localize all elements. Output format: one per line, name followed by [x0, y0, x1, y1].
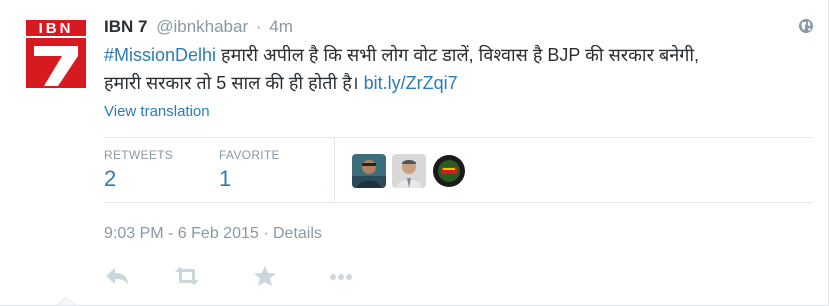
divider-bottom	[104, 202, 812, 203]
tweet-card: IBN IBN 7 @ibnkhabar · 4m #MissionDelhi …	[0, 0, 829, 306]
details-link[interactable]: Details	[273, 225, 322, 242]
view-translation-link[interactable]: View translation	[104, 103, 210, 120]
relative-time[interactable]: 4m	[269, 17, 293, 36]
header-separator: ·	[255, 17, 262, 36]
reply-icon[interactable]	[104, 265, 130, 287]
tweet-text-line1: हमारी अपील है कि सभी लोग वोट डालें, विश्…	[216, 45, 700, 65]
star-icon[interactable]	[252, 265, 278, 287]
favorite-count[interactable]: 1	[219, 166, 280, 192]
tweet-text: #MissionDelhi हमारी अपील है कि सभी लोग व…	[104, 41, 804, 97]
reply-caret	[56, 297, 76, 305]
globe-icon[interactable]	[798, 18, 814, 34]
favorite-label: FAVORITE	[219, 148, 280, 162]
retweets-stat[interactable]: RETWEETS 2	[104, 148, 173, 192]
retweets-label: RETWEETS	[104, 148, 174, 162]
tweet-datetime[interactable]: 9:03 PM - 6 Feb 2015	[104, 225, 259, 242]
timestamp-separator: ·	[263, 225, 269, 242]
tweet-header: IBN 7 @ibnkhabar · 4m	[104, 17, 293, 37]
favoriter-avatar[interactable]	[352, 154, 386, 188]
user-handle[interactable]: @ibnkhabar	[156, 17, 248, 36]
favorites-stat[interactable]: FAVORITE 1	[219, 148, 280, 192]
retweet-icon[interactable]	[174, 265, 200, 287]
tweet-timestamp: 9:03 PM - 6 Feb 2015 · Details	[104, 225, 322, 243]
favoriter-avatar[interactable]	[392, 154, 426, 188]
avatar[interactable]: IBN	[24, 18, 88, 90]
divider-top	[104, 137, 812, 138]
hashtag-link[interactable]: #MissionDelhi	[104, 45, 216, 65]
retweets-count[interactable]: 2	[104, 166, 173, 192]
stats-separator	[334, 138, 335, 201]
tweet-text-line2: हमारी सरकार तो 5 साल की ही होती है।	[104, 73, 364, 93]
more-icon[interactable]	[328, 265, 354, 287]
tweet-link[interactable]: bit.ly/ZrZqi7	[364, 73, 458, 93]
favoriter-avatar[interactable]	[432, 154, 466, 188]
display-name[interactable]: IBN 7	[104, 17, 147, 36]
avatar-logo-text: IBN	[39, 20, 74, 37]
